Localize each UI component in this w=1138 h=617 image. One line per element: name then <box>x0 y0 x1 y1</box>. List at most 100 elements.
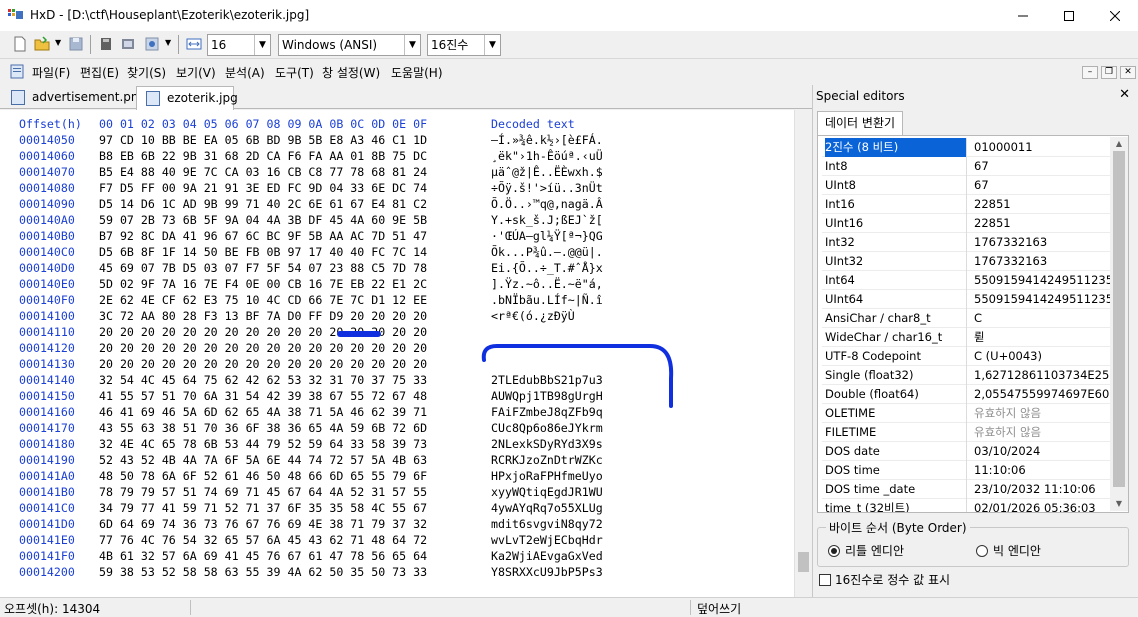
inspector-row[interactable]: DOS time 11:10:06 <box>822 461 1110 480</box>
inspector-row[interactable]: Int8 67 <box>822 157 1110 176</box>
inspector-row[interactable]: 2진수 (8 비트) 01000011 <box>822 138 1110 157</box>
row-decoded-text[interactable]: —Í.»¾ê.k½›[è£FÁ. <box>491 133 603 147</box>
row-hex-bytes[interactable]: 43 55 63 38 51 70 36 6F 38 36 65 4A 59 6… <box>99 421 427 435</box>
inspector-row[interactable]: time_t (32비트) 02/01/2026 05:36:03 <box>822 499 1110 512</box>
row-hex-bytes[interactable]: 59 38 53 52 58 58 63 55 39 4A 62 50 35 5… <box>99 565 427 579</box>
row-decoded-text[interactable]: HPxjoRaFPHfmeUyo <box>491 469 603 483</box>
menu-search[interactable]: 찾기(S) <box>127 64 166 81</box>
inspector-value[interactable]: C <box>974 309 1110 328</box>
inspector-value[interactable]: 유효하지 않음 <box>974 404 1110 423</box>
row-decoded-text[interactable]: AUWQpj1TB98gUrgH <box>491 389 603 403</box>
row-hex-bytes[interactable]: 4B 61 32 57 6A 69 41 45 76 67 61 47 78 5… <box>99 549 427 563</box>
row-decoded-text[interactable]: Ka2WjiAEvgaGxVed <box>491 549 603 563</box>
scroll-thumb[interactable] <box>798 552 809 572</box>
inspector-row[interactable]: Int16 22851 <box>822 195 1110 214</box>
menu-file[interactable]: 파일(F) <box>32 64 70 81</box>
inspector-row[interactable]: AnsiChar / char8_t C <box>822 309 1110 328</box>
tools-dropdown-arrow[interactable]: ▼ <box>165 38 171 47</box>
row-decoded-text[interactable]: xyyWQtiqEgdJR1WU <box>491 485 603 499</box>
row-decoded-text[interactable]: Õ.Ö..›™q@,nagä.Â <box>491 197 603 211</box>
row-hex-bytes[interactable]: D5 6B 8F 1F 14 50 BE FB 0B 97 17 40 40 F… <box>99 245 427 259</box>
row-hex-bytes[interactable]: 3C 72 AA 80 28 F3 13 BF 7A D0 FF D9 20 2… <box>99 309 427 323</box>
row-hex-bytes[interactable]: 32 54 4C 45 64 75 62 42 62 53 32 31 70 3… <box>99 373 427 387</box>
inspector-value[interactable]: 11:10:06 <box>974 461 1110 480</box>
inspector-row[interactable]: UInt16 22851 <box>822 214 1110 233</box>
open-dropdown-arrow[interactable]: ▼ <box>55 38 61 47</box>
row-hex-bytes[interactable]: B5 E4 88 40 9E 7C CA 03 16 CB C8 77 78 6… <box>99 165 427 179</box>
little-endian-radio[interactable]: 리틀 엔디안 <box>828 542 904 559</box>
row-hex-bytes[interactable]: 52 43 52 4B 4A 7A 6F 5A 6E 44 74 72 57 5… <box>99 453 427 467</box>
row-decoded-text[interactable]: ·'ŒÚA–gl¼Ÿ[ª¬}QG <box>491 229 603 243</box>
scroll-thumb[interactable] <box>1113 151 1125 487</box>
row-decoded-text[interactable]: ¸ëk"›1h-Êöúª.‹uÜ <box>491 149 603 163</box>
row-hex-bytes[interactable]: 48 50 78 6A 6F 52 61 46 50 48 66 6D 65 5… <box>99 469 427 483</box>
inspector-value[interactable]: 67 <box>974 176 1110 195</box>
inspector-value[interactable]: 22851 <box>974 214 1110 233</box>
inspector-value[interactable]: 륃 <box>974 328 1110 347</box>
row-hex-bytes[interactable]: 20 20 20 20 20 20 20 20 20 20 20 20 20 2… <box>99 341 427 355</box>
row-decoded-text[interactable]: Y.+sk_š.J;ßEJ`ž[ <box>491 213 603 227</box>
row-decoded-text[interactable]: 2TLEdubBbS21p7u3 <box>491 373 603 387</box>
row-hex-bytes[interactable]: D5 14 D6 1C AD 9B 99 71 40 2C 6E 61 67 E… <box>99 197 427 211</box>
inspector-value[interactable]: 67 <box>974 157 1110 176</box>
inspector-row[interactable]: DOS date 03/10/2024 <box>822 442 1110 461</box>
row-decoded-text[interactable]: ÷Õÿ.š!'>íü..3nÜt <box>491 181 603 195</box>
row-decoded-text[interactable]: Õk...P¾û.—.@@ü|. <box>491 245 603 259</box>
inspector-value[interactable]: 22851 <box>974 195 1110 214</box>
inspector-value[interactable]: 1,62712861103734E25 <box>974 366 1110 385</box>
maximize-button[interactable] <box>1046 0 1092 31</box>
tab-advertisement[interactable]: advertisement.png <box>2 86 146 109</box>
inspector-row[interactable]: Single (float32) 1,62712861103734E25 <box>822 366 1110 385</box>
panel-close-icon[interactable]: ✕ <box>1119 87 1130 102</box>
inspector-value[interactable]: 유효하지 않음 <box>974 423 1110 442</box>
mdi-minimize-button[interactable]: – <box>1082 66 1098 79</box>
inspector-value[interactable]: 03/10/2024 <box>974 442 1110 461</box>
inspector-value[interactable]: 5509159414249511235 <box>974 290 1110 309</box>
offset-base-select[interactable]: 16진수 ▼ <box>427 34 501 56</box>
open-ram-icon[interactable] <box>120 36 136 52</box>
bytes-per-row-select[interactable]: 16 ▼ <box>207 34 271 56</box>
row-hex-bytes[interactable]: 46 41 69 46 5A 6D 62 65 4A 38 71 5A 46 6… <box>99 405 427 419</box>
row-hex-bytes[interactable]: 41 55 57 51 70 6A 31 54 42 39 38 67 55 7… <box>99 389 427 403</box>
inspector-row[interactable]: FILETIME 유효하지 않음 <box>822 423 1110 442</box>
menu-tools[interactable]: 도구(T) <box>275 64 314 81</box>
menu-edit[interactable]: 편집(E) <box>80 64 119 81</box>
row-hex-bytes[interactable]: 20 20 20 20 20 20 20 20 20 20 20 20 20 2… <box>99 357 427 371</box>
row-hex-bytes[interactable]: F7 D5 FF 00 9A 21 91 3E ED FC 9D 04 33 6… <box>99 181 427 195</box>
scroll-down-icon[interactable]: ▼ <box>1110 497 1128 511</box>
grid-scrollbar[interactable]: ▲ ▼ <box>1110 137 1128 511</box>
row-decoded-text[interactable]: Ei.{Õ..÷_T.#ˆÅ}x <box>491 261 603 275</box>
row-hex-bytes[interactable]: 59 07 2B 73 6B 5F 9A 04 4A 3B DF 45 4A 6… <box>99 213 427 227</box>
row-hex-bytes[interactable]: 2E 62 4E CF 62 E3 75 10 4C CD 66 7E 7C D… <box>99 293 427 307</box>
inspector-row[interactable]: Int64 5509159414249511235 <box>822 271 1110 290</box>
row-decoded-text[interactable]: µäˆ@ž|Ê..ËÈwxh.$ <box>491 165 603 179</box>
menu-view[interactable]: 보기(V) <box>176 64 216 81</box>
mdi-close-button[interactable]: ✕ <box>1120 66 1136 79</box>
row-hex-bytes[interactable]: B7 92 8C DA 41 96 67 6C BC 9F 5B AA AC 7… <box>99 229 427 243</box>
row-hex-bytes[interactable]: 32 4E 4C 65 78 6B 53 44 79 52 59 64 33 5… <box>99 437 427 451</box>
inspector-row[interactable]: WideChar / char16_t 륃 <box>822 328 1110 347</box>
row-hex-bytes[interactable]: 34 79 77 41 59 71 52 71 37 6F 35 35 58 4… <box>99 501 427 515</box>
scroll-up-icon[interactable]: ▲ <box>1110 137 1128 151</box>
charset-select[interactable]: Windows (ANSI) ▼ <box>278 34 421 56</box>
hex-scrollbar[interactable] <box>794 110 811 597</box>
hex-editor[interactable]: Offset(h) 00 01 02 03 04 05 06 07 08 09 … <box>0 110 794 597</box>
hex-display-checkbox[interactable]: 16진수로 정수 값 표시 <box>819 571 950 588</box>
row-decoded-text[interactable]: Y8SRXXcU9JbP5Ps3 <box>491 565 603 579</box>
row-hex-bytes[interactable]: 6D 64 69 74 36 73 76 67 76 69 4E 38 71 7… <box>99 517 427 531</box>
minimize-button[interactable] <box>1000 0 1046 31</box>
row-hex-bytes[interactable]: 97 CD 10 BB BE EA 05 6B BD 9B 5B E8 A3 4… <box>99 133 427 147</box>
row-decoded-text[interactable]: RCRKJzoZnDtrWZKc <box>491 453 603 467</box>
tab-data-inspector[interactable]: 데이터 변환기 <box>817 111 903 135</box>
inspector-row[interactable]: Int32 1767332163 <box>822 233 1110 252</box>
inspector-value[interactable]: 23/10/2032 11:10:06 <box>974 480 1110 499</box>
save-icon[interactable] <box>68 36 84 52</box>
row-decoded-text[interactable]: mdit6svgviN8qy72 <box>491 517 603 531</box>
row-hex-bytes[interactable]: 20 20 20 20 20 20 20 20 20 20 20 20 20 2… <box>99 325 427 339</box>
row-decoded-text[interactable]: .bNÏbãu.LÍf~|Ñ.î <box>491 293 603 307</box>
inspector-value[interactable]: 5509159414249511235 <box>974 271 1110 290</box>
inspector-row[interactable]: UInt64 5509159414249511235 <box>822 290 1110 309</box>
menu-window[interactable]: 창 설정(W) <box>322 64 380 81</box>
row-decoded-text[interactable]: 2NLexkSDyRYd3X9s <box>491 437 603 451</box>
row-decoded-text[interactable]: 4ywAYqRq7o55XLUg <box>491 501 603 515</box>
